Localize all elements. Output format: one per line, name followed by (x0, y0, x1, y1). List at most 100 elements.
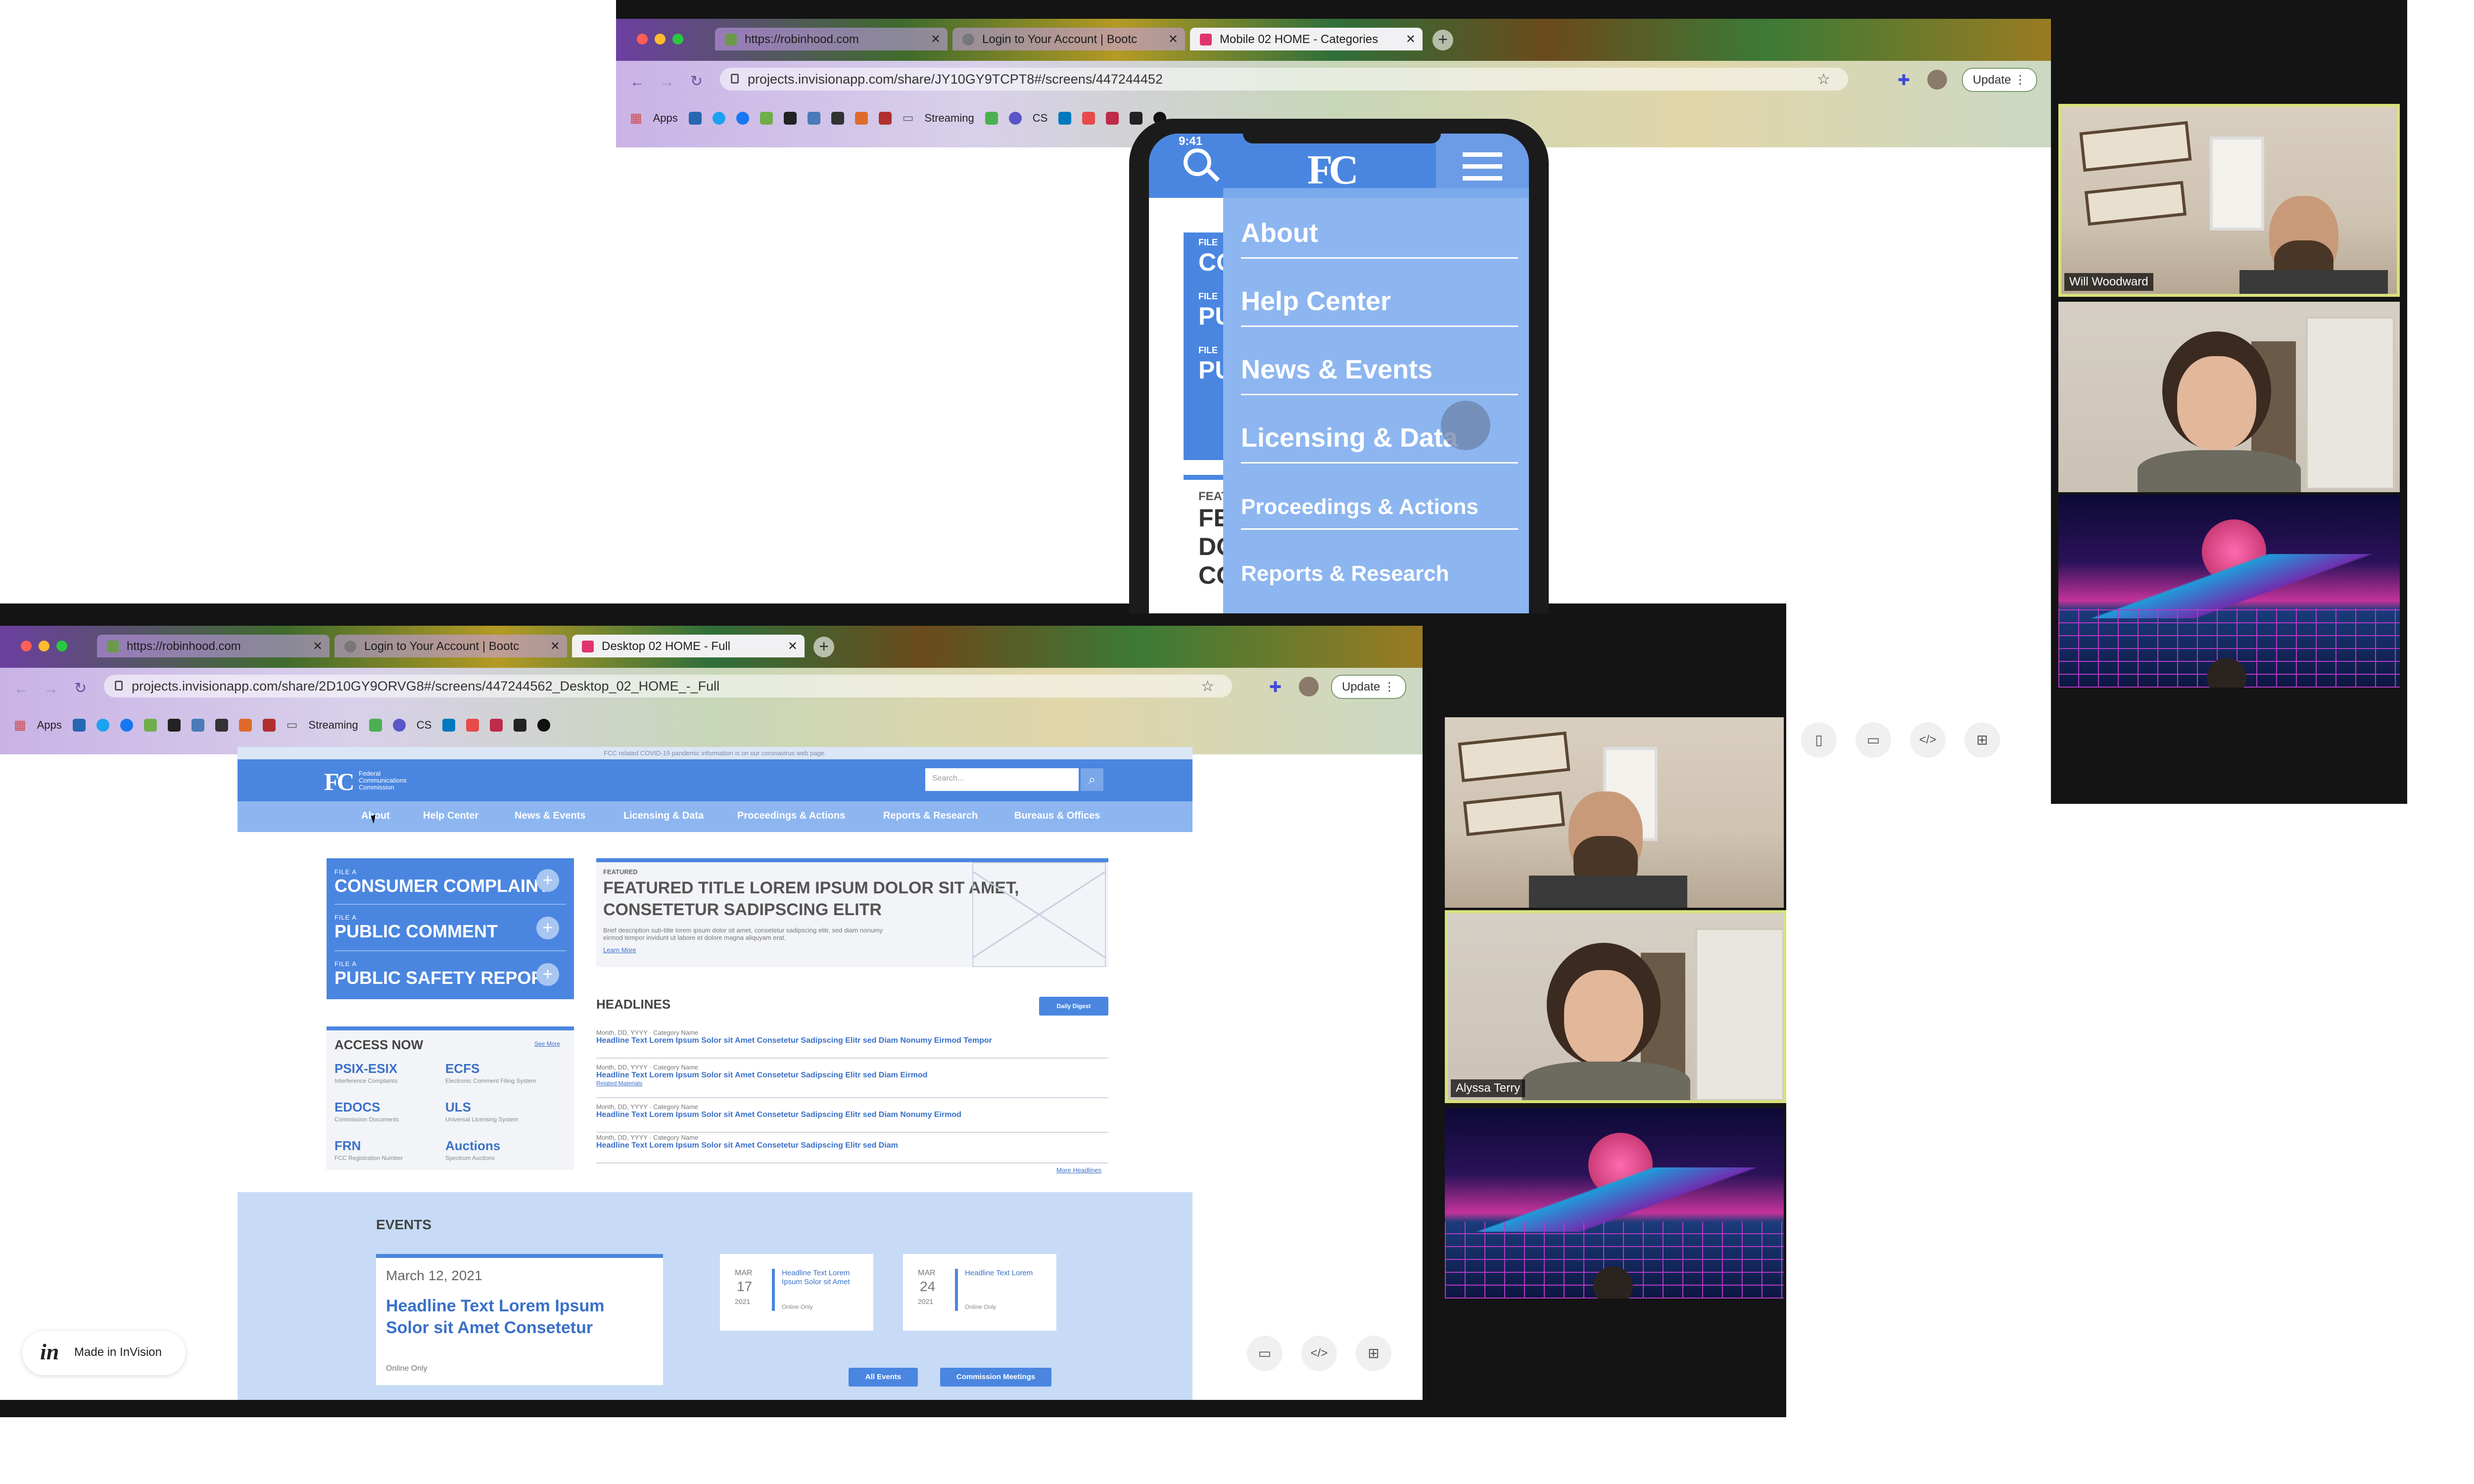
bookmark-icon[interactable] (537, 718, 551, 732)
linkedin-icon[interactable] (72, 718, 86, 732)
bookmark-cs[interactable]: CS (1033, 112, 1048, 125)
forward-icon[interactable]: → (660, 74, 674, 91)
tab-robinhood[interactable]: https://robinhood.com ✕ (715, 28, 948, 50)
close-tab-icon[interactable]: ✕ (1406, 32, 1416, 46)
facebook-icon[interactable] (120, 718, 133, 732)
event-small-card[interactable]: MAR 24 2021 Headline Text Lorem Online O… (903, 1254, 1056, 1331)
access-edocs[interactable]: EDOCS (334, 1100, 380, 1115)
bookmark-icon[interactable] (1130, 111, 1143, 125)
mobile-icon[interactable]: ▯ (1801, 722, 1837, 758)
back-icon[interactable]: ← (14, 681, 29, 697)
bookmark-icon[interactable] (1106, 111, 1119, 125)
headline-item[interactable]: Month, DD, YYYY · Category Name Headline… (596, 1134, 1108, 1163)
file-public-comment[interactable]: FILE A PUBLIC COMMENT (334, 914, 498, 942)
grid-icon[interactable]: ⊞ (1356, 1336, 1391, 1371)
facebook-icon[interactable] (736, 111, 749, 125)
bookmark-icon[interactable] (1008, 111, 1022, 125)
close-tab-icon[interactable]: ✕ (313, 639, 323, 653)
bookmark-icon[interactable] (490, 718, 503, 732)
bottom-address-bar[interactable]: projects.invisionapp.com/share/2D10GY9OR… (104, 675, 1232, 697)
bookmark-icon[interactable] (760, 111, 773, 125)
tab-desktop-home[interactable]: Desktop 02 HOME - Full ✕ (572, 635, 805, 657)
comment-icon[interactable]: ▭ (1247, 1336, 1283, 1371)
update-button[interactable]: Update ⋮ (1962, 68, 2038, 92)
fcc-logo[interactable]: FC Federal Communications Commission (324, 767, 407, 796)
close-tab-icon[interactable]: ✕ (1168, 32, 1178, 46)
forward-icon[interactable]: → (44, 681, 58, 697)
nav-news-events[interactable]: News & Events (515, 810, 585, 822)
plus-icon[interactable]: + (536, 869, 559, 892)
search-icon[interactable] (1184, 148, 1220, 183)
all-events-button[interactable]: All Events (849, 1368, 918, 1387)
event-main-card[interactable]: March 12, 2021 Headline Text Lorem Ipsum… (376, 1254, 663, 1385)
menu-item-about[interactable]: About (1241, 218, 1518, 259)
nav-help-center[interactable]: Help Center (423, 810, 478, 822)
grid-icon[interactable]: ⊞ (1964, 722, 2000, 758)
access-auctions[interactable]: Auctions (445, 1138, 500, 1154)
related-materials-link[interactable]: Related Materials (596, 1080, 1108, 1087)
drive-icon[interactable] (985, 111, 998, 125)
back-icon[interactable]: ← (630, 74, 645, 91)
commission-meetings-button[interactable]: Commission Meetings (940, 1368, 1051, 1387)
new-tab-button[interactable]: + (813, 637, 834, 657)
linkedin-icon[interactable] (688, 111, 702, 125)
plus-icon[interactable]: + (536, 917, 559, 939)
profile-avatar[interactable] (1927, 70, 1947, 90)
tab-robinhood[interactable]: https://robinhood.com ✕ (97, 635, 330, 657)
drive-icon[interactable] (369, 718, 382, 732)
tab-login[interactable]: Login to Your Account | Bootc ✕ (334, 635, 567, 657)
headline-item[interactable]: Month, DD, YYYY · Category Name Headline… (596, 1103, 1108, 1133)
extension-icon[interactable]: ✚ (1269, 679, 1282, 696)
file-consumer-complaint[interactable]: FILE A CONSUMER COMPLAINT (334, 868, 549, 896)
reload-icon[interactable]: ↻ (690, 73, 703, 90)
close-tab-icon[interactable]: ✕ (788, 639, 798, 653)
featured-title[interactable]: FEATURED TITLE LOREM IPSUM DOLOR SIT AME… (603, 877, 1019, 921)
trello-icon[interactable] (442, 718, 456, 732)
folder-icon[interactable]: ▭ (903, 111, 914, 125)
headline-item[interactable]: Month, DD, YYYY · Category Name Headline… (596, 1029, 1108, 1059)
bookmark-apps[interactable]: Apps (37, 719, 62, 732)
bookmark-icon[interactable] (238, 718, 252, 732)
made-in-invision-badge[interactable]: in Made in InVision (22, 1331, 186, 1375)
close-window-icon[interactable] (21, 641, 32, 651)
twitter-icon[interactable] (96, 718, 109, 732)
tab-login[interactable]: Login to Your Account | Bootc ✕ (952, 28, 1185, 50)
headline-item[interactable]: Month, DD, YYYY · Category Name Headline… (596, 1064, 1108, 1098)
minimize-window-icon[interactable] (39, 641, 49, 651)
bookmark-icon[interactable] (191, 718, 204, 732)
more-headlines-link[interactable]: More Headlines (1056, 1166, 1101, 1174)
bookmark-icon[interactable] (807, 111, 820, 125)
maximize-window-icon[interactable] (672, 34, 683, 45)
access-frn[interactable]: FRN (334, 1138, 361, 1154)
learn-more-link[interactable]: Learn More (603, 946, 636, 954)
code-icon[interactable]: </> (1910, 722, 1946, 758)
apps-grid-icon[interactable]: ▦ (630, 110, 642, 126)
bookmark-icon[interactable] (855, 111, 868, 125)
maximize-window-icon[interactable] (56, 641, 67, 651)
twitter-icon[interactable] (712, 111, 725, 125)
bookmark-cs[interactable]: CS (417, 719, 432, 732)
access-uls[interactable]: ULS (445, 1100, 471, 1115)
bookmark-streaming[interactable]: Streaming (308, 719, 358, 732)
code-icon[interactable]: </> (1301, 1336, 1337, 1371)
new-tab-button[interactable]: + (1432, 30, 1453, 50)
close-tab-icon[interactable]: ✕ (931, 32, 941, 46)
menu-item-help-center[interactable]: Help Center (1241, 286, 1518, 327)
access-psix-esix[interactable]: PSIX-ESIX (334, 1061, 397, 1076)
nav-bureaus-offices[interactable]: Bureaus & Offices (1014, 810, 1100, 822)
folder-icon[interactable]: ▭ (286, 718, 298, 732)
fcc-logo-icon[interactable]: FC (1307, 146, 1359, 194)
bookmark-icon[interactable] (262, 718, 276, 732)
bookmark-icon[interactable] (143, 718, 157, 732)
bookmark-icon[interactable] (392, 718, 406, 732)
access-ecfs[interactable]: ECFS (445, 1061, 479, 1076)
bookmark-icon[interactable] (514, 718, 527, 732)
search-icon[interactable]: ⌕ (1081, 768, 1103, 791)
nav-reports-research[interactable]: Reports & Research (883, 810, 978, 822)
bookmark-icon[interactable] (831, 111, 844, 125)
amazon-icon[interactable] (783, 111, 797, 125)
update-button[interactable]: Update ⋮ (1331, 675, 1407, 699)
bookmark-icon[interactable] (1082, 111, 1095, 125)
bookmark-icon[interactable] (878, 111, 892, 125)
apps-grid-icon[interactable]: ▦ (14, 717, 26, 733)
